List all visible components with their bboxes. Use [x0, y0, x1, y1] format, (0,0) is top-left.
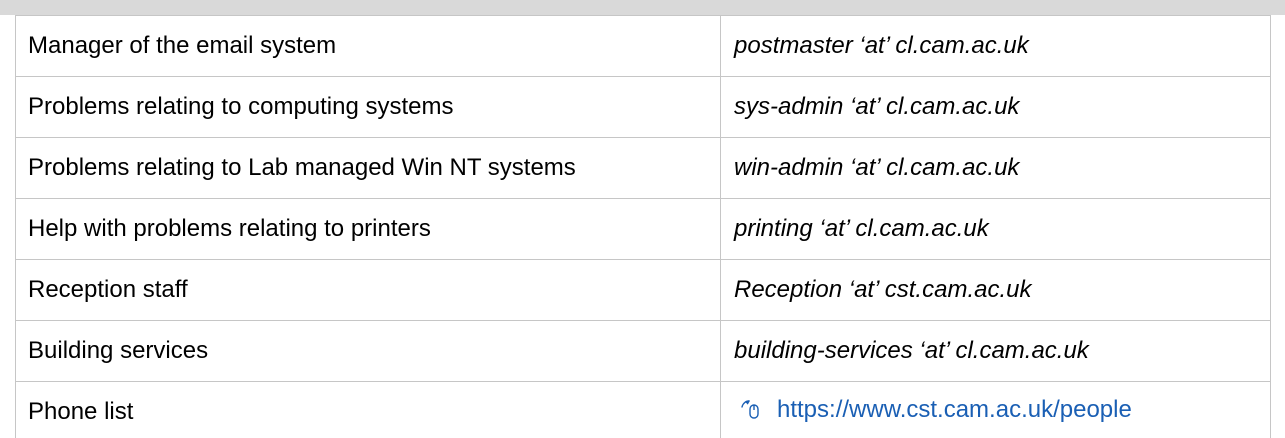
mouse-icon: [741, 399, 759, 419]
table-row: Help with problems relating to printers …: [15, 198, 1271, 260]
row-description: Problems relating to Lab managed Win NT …: [15, 137, 721, 199]
row-email-address: sys-admin ‘at’ cl.cam.ac.uk: [720, 76, 1271, 138]
row-email-address: postmaster ‘at’ cl.cam.ac.uk: [720, 15, 1271, 77]
table-row: Manager of the email system postmaster ‘…: [15, 15, 1271, 77]
row-description: Building services: [15, 320, 721, 382]
page: Manager of the email system postmaster ‘…: [0, 0, 1285, 438]
row-description: Phone list: [15, 381, 721, 438]
phone-list-link[interactable]: https://www.cst.cam.ac.uk/people: [777, 396, 1132, 424]
row-description: Problems relating to computing systems: [15, 76, 721, 138]
table-row: Building services building-services ‘at’…: [15, 320, 1271, 382]
phone-list-link-wrap[interactable]: https://www.cst.cam.ac.uk/people: [739, 396, 1132, 424]
row-email-address: printing ‘at’ cl.cam.ac.uk: [720, 198, 1271, 260]
top-band: [0, 0, 1285, 15]
table-row: Problems relating to Lab managed Win NT …: [15, 137, 1271, 199]
row-email-address: win-admin ‘at’ cl.cam.ac.uk: [720, 137, 1271, 199]
row-email-address: Reception ‘at’ cst.cam.ac.uk: [720, 259, 1271, 321]
row-email-address: building-services ‘at’ cl.cam.ac.uk: [720, 320, 1271, 382]
table-row: Problems relating to computing systems s…: [15, 76, 1271, 138]
row-description: Help with problems relating to printers: [15, 198, 721, 260]
contacts-table: Manager of the email system postmaster ‘…: [15, 15, 1271, 438]
table-row: Reception staff Reception ‘at’ cst.cam.a…: [15, 259, 1271, 321]
row-description: Manager of the email system: [15, 15, 721, 77]
row-description: Reception staff: [15, 259, 721, 321]
phone-list-link-cell: https://www.cst.cam.ac.uk/people: [720, 381, 1271, 438]
table-row: Phone list https://www.cst.cam.ac.uk/peo…: [15, 381, 1271, 438]
